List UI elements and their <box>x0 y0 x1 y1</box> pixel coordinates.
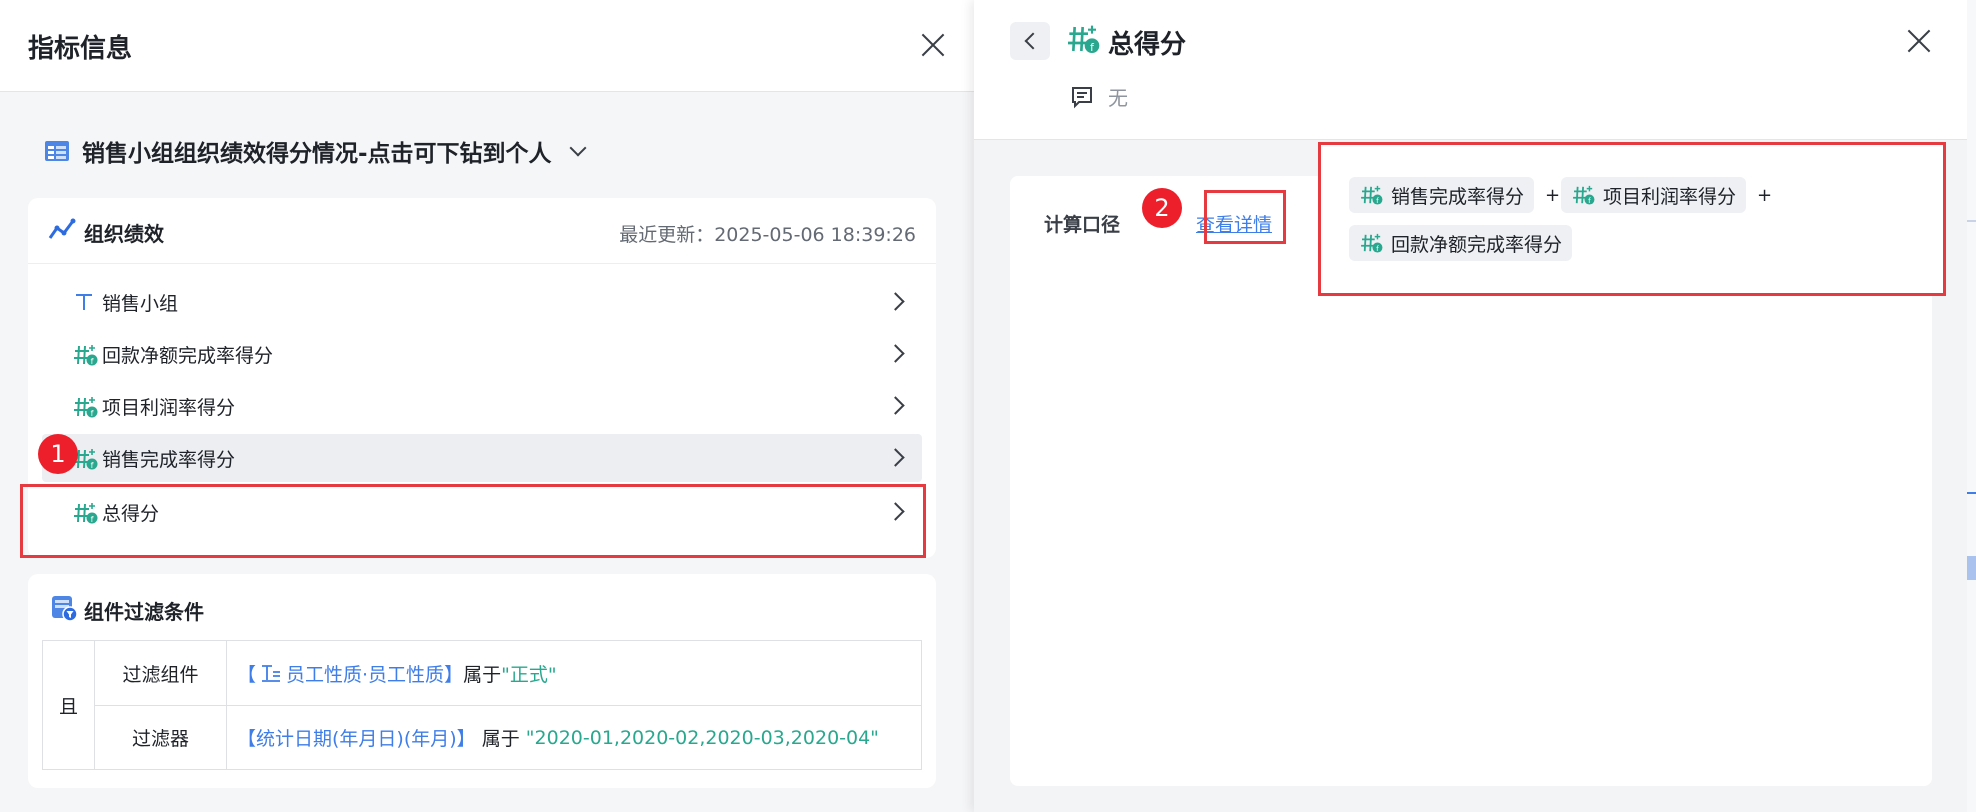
bracket-open: 【 <box>237 663 257 686</box>
filter-operator: 属于 <box>475 728 526 750</box>
calc-metric-icon: f <box>1361 185 1383 205</box>
bracket-close: 】 <box>444 663 464 686</box>
bracket-close: 】 <box>456 728 476 750</box>
formula-chip[interactable]: f 销售完成率得分 <box>1349 177 1535 213</box>
filter-row: 过滤组件 【 员工性质·员工性质 】 属于 "正式" <box>95 641 921 706</box>
calc-metric-icon: f <box>1068 25 1100 54</box>
svg-text:f: f <box>91 461 94 470</box>
filter-literal: "正式" <box>501 663 557 686</box>
calc-metric-icon: f <box>1573 185 1595 205</box>
formula-popover: f 销售完成率得分 + f 项目利润率得分 + f 回款净额完成率得分 <box>1318 142 1946 296</box>
field-row-sales-score[interactable]: f 销售完成率得分 <box>42 434 922 482</box>
chip-label: 项目利润率得分 <box>1603 185 1737 208</box>
svg-text:f: f <box>91 357 94 366</box>
detail-header: f 总得分 无 <box>974 0 1967 140</box>
formula-chip[interactable]: f 项目利润率得分 <box>1561 177 1747 213</box>
svg-text:f: f <box>1376 244 1379 253</box>
perf-card-title: 组织绩效 <box>84 222 164 246</box>
text-dimension-icon <box>76 294 92 310</box>
description-text: 无 <box>1108 86 1128 110</box>
panel-title: 指标信息 <box>28 34 133 64</box>
chip-label: 销售完成率得分 <box>1391 185 1525 208</box>
field-label: 销售小组 <box>102 292 179 315</box>
filter-table: 且 过滤组件 【 员工性质·员工性质 】 属于 "正式" 过滤器 【 统计日期(… <box>42 640 922 770</box>
filter-value: 【 统计日期(年月日)(年月) 】 属于 "2020-01,2020-02,20… <box>237 706 879 769</box>
comment-icon <box>1072 86 1092 108</box>
metric-detail-panel: f 总得分 无 计算口径 查看详情 <box>974 0 1967 812</box>
metric-info-panel: 指标信息 销售小组组织绩效得分情况-点击可下钻到个人 组织绩效 最近更新：202… <box>0 0 974 812</box>
field-row-collection-score[interactable]: f 回款净额完成率得分 <box>42 330 922 378</box>
chevron-right-icon <box>886 344 905 363</box>
report-title: 销售小组组织绩效得分情况-点击可下钻到个人 <box>82 141 552 167</box>
back-button[interactable] <box>1010 22 1050 60</box>
text-field-icon <box>262 665 281 682</box>
filter-field: 员工性质·员工性质 <box>286 663 445 686</box>
filter-table-icon <box>52 596 78 622</box>
svg-text:f: f <box>1376 196 1379 205</box>
calc-metric-icon: f <box>1361 233 1383 253</box>
svg-text:f: f <box>1090 41 1094 54</box>
plus-operator: + <box>1757 185 1773 206</box>
line-chart-icon <box>48 218 76 239</box>
field-row-profit-score[interactable]: f 项目利润率得分 <box>42 382 922 430</box>
calc-metric-icon: f <box>74 345 98 366</box>
highlight-box-total-score <box>20 484 926 558</box>
field-label: 回款净额完成率得分 <box>102 344 274 367</box>
filter-literal: "2020-01,2020-02,2020-03,2020-04" <box>525 726 879 749</box>
chevron-right-icon <box>886 448 905 467</box>
formula-chip[interactable]: f 回款净额完成率得分 <box>1349 225 1573 261</box>
calc-metric-icon: f <box>74 397 98 418</box>
chip-label: 回款净额完成率得分 <box>1391 233 1563 256</box>
background-edge <box>1967 0 1976 812</box>
chevron-down-icon <box>569 139 587 157</box>
filter-card-title: 组件过滤条件 <box>84 600 204 624</box>
svg-text:f: f <box>1588 196 1591 205</box>
metric-title: 总得分 <box>1108 30 1187 60</box>
perf-card-header: 组织绩效 最近更新：2025-05-06 18:39:26 <box>28 198 936 264</box>
app-stage: 指标信息 销售小组组织绩效得分情况-点击可下钻到个人 组织绩效 最近更新：202… <box>0 0 1976 812</box>
filter-row: 过滤器 【 统计日期(年月日)(年月) 】 属于 "2020-01,2020-0… <box>95 706 921 769</box>
close-icon[interactable] <box>1906 28 1932 54</box>
description-row: 无 <box>1070 82 1128 111</box>
calc-label: 计算口径 <box>1044 214 1121 236</box>
panel-header: 指标信息 <box>0 0 974 92</box>
highlight-box-view-detail <box>1204 190 1286 244</box>
last-updated: 最近更新：2025-05-06 18:39:26 <box>619 224 916 246</box>
table-icon <box>45 141 69 161</box>
svg-text:f: f <box>91 409 94 418</box>
bracket-open: 【 <box>237 728 257 750</box>
field-label: 销售完成率得分 <box>102 448 236 471</box>
chevron-right-icon <box>886 396 905 415</box>
field-label: 项目利润率得分 <box>102 396 236 419</box>
filter-value: 【 员工性质·员工性质 】 属于 "正式" <box>237 641 557 705</box>
filter-key: 过滤组件 <box>95 641 227 705</box>
filter-key: 过滤器 <box>95 706 227 769</box>
chevron-right-icon <box>886 292 905 311</box>
field-row-sales-group[interactable]: 销售小组 <box>42 278 922 326</box>
close-icon[interactable] <box>920 32 946 58</box>
step-badge-2: 2 <box>1142 188 1182 228</box>
filter-field: 统计日期(年月日)(年月) <box>256 728 457 750</box>
report-selector[interactable]: 销售小组组织绩效得分情况-点击可下钻到个人 <box>44 136 587 167</box>
plus-operator: + <box>1545 185 1561 206</box>
filter-operator: 属于 <box>463 663 502 686</box>
step-badge-1: 1 <box>38 434 78 474</box>
and-label: 且 <box>43 641 95 769</box>
filter-card: 组件过滤条件 且 过滤组件 【 员工性质·员工性质 】 属于 "正式" 过滤器 … <box>28 574 936 788</box>
